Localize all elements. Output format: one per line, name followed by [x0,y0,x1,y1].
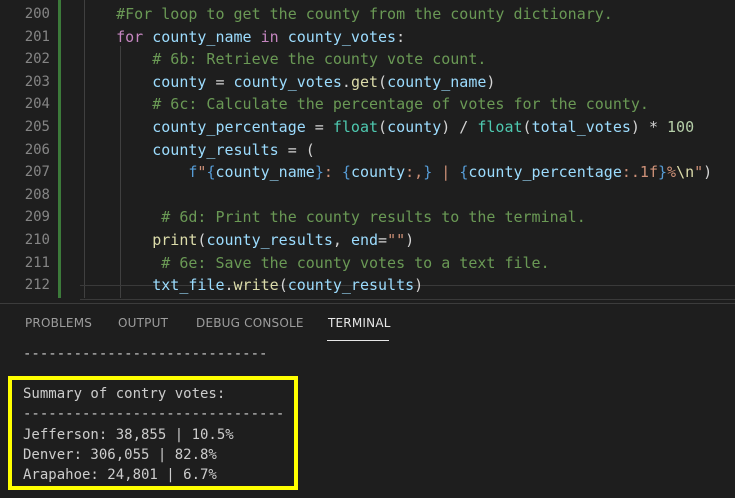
line-number: 203 [24,73,50,90]
code-text[interactable]: print(county_results, end="") [80,229,414,252]
code-line[interactable]: 205 county_percentage = float(county) / … [0,116,735,139]
line-number: 208 [24,186,50,203]
code-line[interactable]: 207 f"{county_name}: {county:,} | {count… [0,161,735,184]
code-line[interactable]: 210 print(county_results, end="") [0,229,735,252]
code-line[interactable]: 209 # 6d: Print the county results to th… [0,206,735,229]
code-line[interactable]: 202 # 6b: Retrieve the county vote count… [0,48,735,71]
tab-terminal[interactable]: TERMINAL [328,316,391,330]
code-text[interactable]: county_percentage = float(county) / floa… [80,116,694,139]
line-number: 212 [24,277,50,294]
code-text[interactable]: county_results = ( [80,139,315,162]
code-line[interactable]: 206 county_results = ( [0,139,735,162]
code-line[interactable]: 201 for county_name in county_votes: [0,26,735,49]
code-text[interactable]: # 6b: Retrieve the county vote count. [80,48,486,71]
line-number: 207 [24,164,50,181]
code-line[interactable]: 212 txt_file.write(county_results) [0,274,735,297]
code-text[interactable]: county = county_votes.get(county_name) [80,71,495,94]
code-line[interactable]: 203 county = county_votes.get(county_nam… [0,71,735,94]
highlight-annotation-box [8,376,298,490]
line-number: 201 [24,28,50,45]
code-editor[interactable]: 200 #For loop to get the county from the… [0,0,735,303]
code-text[interactable]: f"{county_name}: {county:,} | {county_pe… [80,161,712,184]
tab-debug-console[interactable]: DEBUG CONSOLE [196,316,304,330]
code-line[interactable]: 200 #For loop to get the county from the… [0,3,735,26]
code-text[interactable]: # 6d: Print the county results to the te… [80,206,585,229]
tab-problems[interactable]: PROBLEMS [25,316,92,330]
code-text[interactable]: txt_file.write(county_results) [80,274,423,297]
line-number: 211 [24,254,50,271]
line-number: 202 [24,51,50,68]
code-line[interactable]: 211 # 6e: Save the county votes to a tex… [0,252,735,275]
line-number: 200 [24,6,50,22]
code-text[interactable]: # 6e: Save the county votes to a text fi… [80,252,549,275]
code-text[interactable]: #For loop to get the county from the cou… [80,3,613,26]
active-tab-indicator [327,340,389,341]
panel-tabs: PROBLEMS OUTPUT DEBUG CONSOLE TERMINAL [0,304,735,344]
code-line[interactable]: 204 # 6c: Calculate the percentage of vo… [0,93,735,116]
terminal-rule: ----------------------------- [23,346,268,362]
line-number: 210 [24,232,50,248]
code-line[interactable]: 208 [0,184,735,207]
code-text[interactable]: for county_name in county_votes: [80,26,405,49]
code-text[interactable]: # 6c: Calculate the percentage of votes … [80,93,649,116]
line-number: 204 [24,96,50,113]
line-number: 205 [24,119,50,135]
line-number: 209 [24,209,50,226]
tab-output[interactable]: OUTPUT [118,316,168,330]
line-number: 206 [24,141,50,158]
